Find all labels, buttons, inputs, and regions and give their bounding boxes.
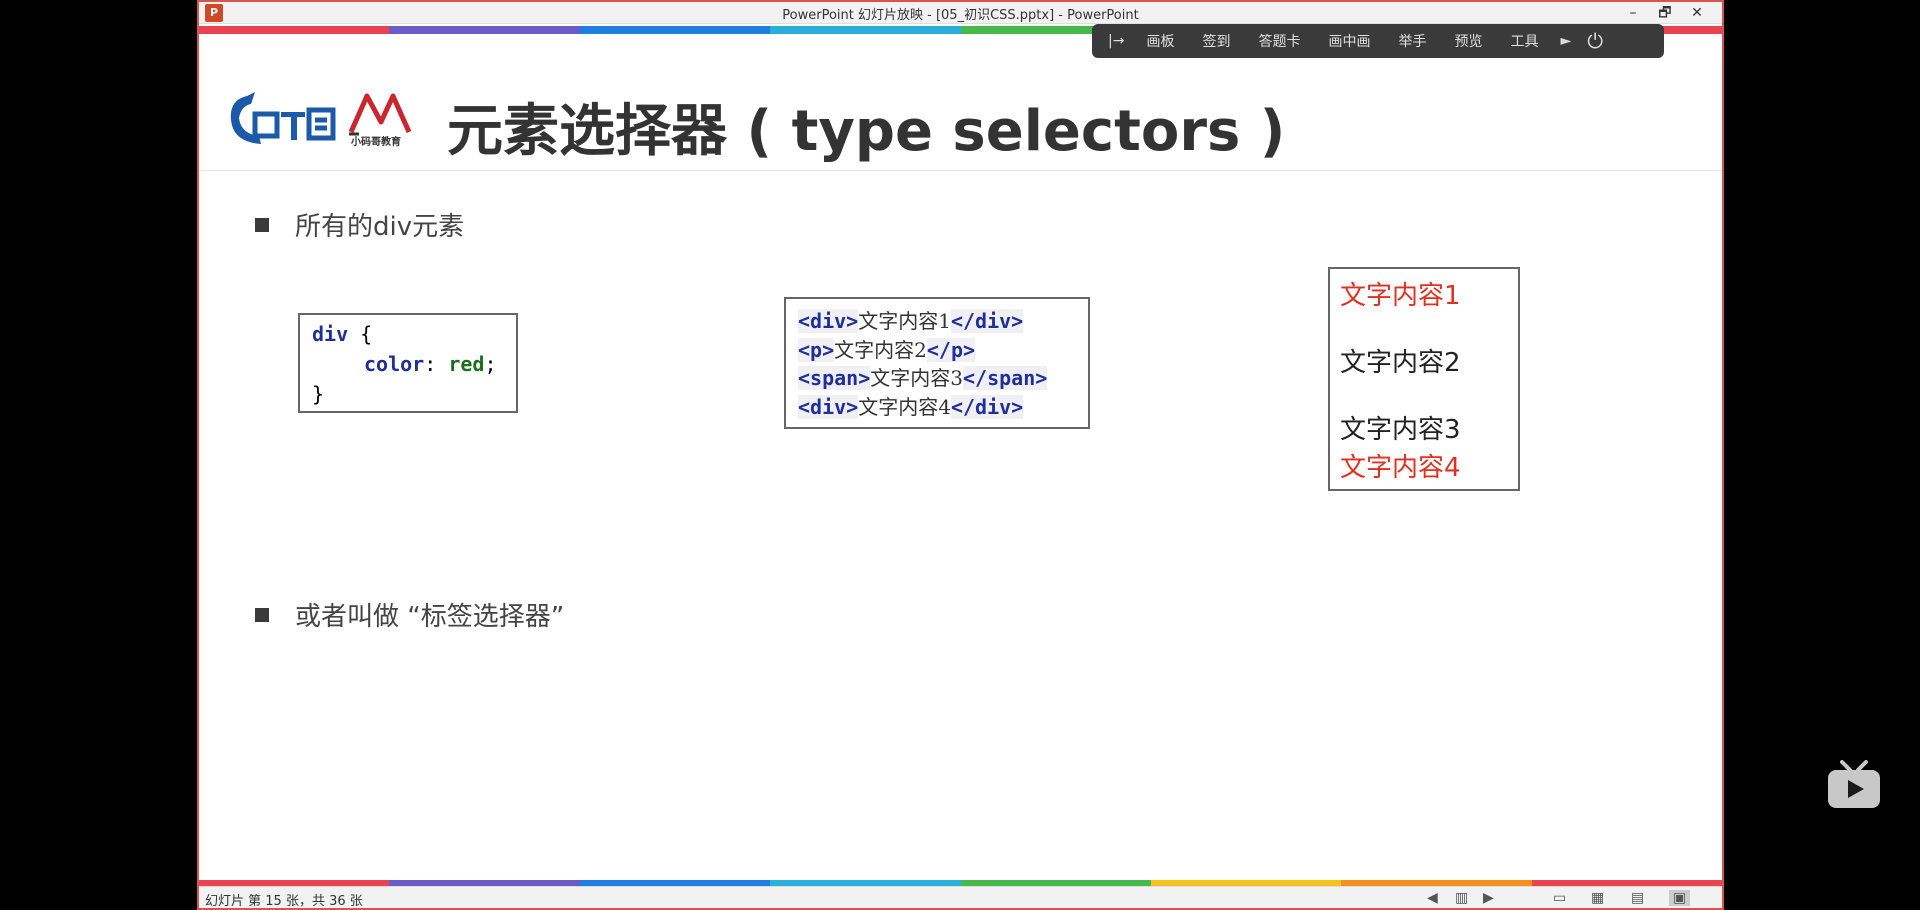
stripe-segment: [770, 26, 961, 34]
css-open-brace: {: [360, 322, 373, 346]
sorter-view-icon[interactable]: ▦: [1591, 890, 1604, 906]
html-line: <p>文字内容2</p>: [798, 336, 1076, 365]
title-divider: [199, 170, 1722, 171]
slideshow-icon[interactable]: ▣: [1669, 890, 1691, 906]
toolbar-item-picture-in-picture[interactable]: 画中画: [1328, 31, 1370, 51]
css-property: color: [364, 352, 425, 376]
normal-view-icon[interactable]: ▭: [1553, 890, 1566, 906]
reading-view-icon[interactable]: ▤: [1631, 890, 1644, 906]
slide-counter: 幻灯片 第 15 张，共 36 张: [205, 894, 363, 909]
render-result-box: 文字内容1 文字内容2 文字内容3 文字内容4: [1328, 267, 1520, 491]
bullet-item: 所有的div元素: [255, 206, 464, 243]
close-button[interactable]: ✕: [1683, 3, 1711, 23]
status-bar: 幻灯片 第 15 张，共 36 张 ◀ ▥ ▶ ▭ ▦ ▤ ▣: [199, 886, 1722, 909]
bullet-text: 所有的div元素: [295, 212, 465, 242]
window-titlebar: P PowerPoint 幻灯片放映 - [05_初识CSS.pptx] - P…: [199, 2, 1722, 24]
css-semicolon: ;: [484, 352, 497, 376]
minimize-button[interactable]: –: [1619, 3, 1647, 23]
css-selector: div: [312, 322, 349, 346]
bilibili-tv-icon[interactable]: [1826, 760, 1882, 810]
toolbar-item-raise-hand[interactable]: 举手: [1398, 31, 1426, 51]
html-line: <div>文字内容1</div>: [798, 307, 1076, 336]
stripe-segment: [579, 26, 771, 34]
slideshow-toolbar: |→ 画板 签到 答题卡 画中画 举手 预览 工具 ► ⏻: [1092, 24, 1664, 58]
html-close-tag: </div>: [950, 394, 1024, 419]
result-line: 文字内容2: [1340, 348, 1461, 378]
html-line: <span>文字内容3</span>: [798, 364, 1076, 393]
power-icon[interactable]: ⏻: [1587, 29, 1603, 53]
css-value: red: [448, 352, 485, 376]
powerpoint-window: P PowerPoint 幻灯片放映 - [05_初识CSS.pptx] - P…: [197, 0, 1724, 910]
next-icon[interactable]: ▶: [1483, 890, 1494, 906]
window-title: PowerPoint 幻灯片放映 - [05_初识CSS.pptx] - Pow…: [782, 8, 1139, 23]
css-colon: :: [424, 352, 437, 376]
stripe-segment: [199, 26, 390, 34]
html-close-tag: </span>: [962, 366, 1048, 390]
html-close-tag: </p>: [926, 337, 976, 362]
html-open-tag: <div>: [798, 309, 859, 333]
toolbar-item-answer-card[interactable]: 答题卡: [1258, 31, 1300, 51]
bullet-text: 或者叫做 “标签选择器”: [295, 602, 565, 632]
code-line: }: [312, 379, 504, 409]
html-code-box: <div>文字内容1</div> <p>文字内容2</p> <span>文字内容…: [784, 297, 1090, 429]
bullet-item: 或者叫做 “标签选择器”: [255, 596, 564, 633]
pin-icon[interactable]: |→: [1108, 33, 1124, 49]
result-line: 文字内容4: [1340, 453, 1461, 483]
toolbar-item-check-in[interactable]: 签到: [1202, 31, 1230, 51]
restore-button[interactable]: 🗗: [1651, 3, 1679, 23]
html-text: 文字内容3: [870, 366, 963, 390]
brand-logo-icon: [230, 92, 336, 144]
html-open-tag: <p>: [798, 337, 835, 362]
svg-text:小码哥教育: 小码哥教育: [350, 135, 401, 148]
screen: P PowerPoint 幻灯片放映 - [05_初识CSS.pptx] - P…: [0, 0, 1920, 910]
html-text: 文字内容1: [858, 309, 951, 333]
arrow-icon[interactable]: ►: [1560, 33, 1571, 49]
result-line: 文字内容3: [1340, 415, 1461, 445]
code-line: color: red;: [312, 349, 504, 379]
html-close-tag: </div>: [950, 309, 1024, 333]
html-open-tag: <div>: [798, 394, 859, 419]
html-open-tag: <span>: [798, 366, 871, 390]
stripe-segment: [389, 26, 580, 34]
html-text: 文字内容4: [858, 394, 951, 419]
toolbar-item-tools[interactable]: 工具: [1510, 31, 1538, 51]
xiaomage-logo-icon: 小码哥教育: [348, 93, 412, 148]
css-code-box: div { color: red; }: [298, 313, 518, 413]
code-line: div {: [312, 319, 504, 349]
toolbar-item-drawing-board[interactable]: 画板: [1146, 31, 1174, 51]
slide-title: 元素选择器 ( type selectors ): [447, 99, 1286, 164]
toolbar-item-preview[interactable]: 预览: [1454, 31, 1482, 51]
bullet-square-icon: [255, 607, 269, 622]
result-line: 文字内容1: [1340, 281, 1461, 311]
notes-icon[interactable]: ▥: [1455, 890, 1468, 906]
bullet-square-icon: [255, 217, 269, 232]
css-close-brace: }: [312, 382, 325, 406]
prev-icon[interactable]: ◀: [1427, 890, 1438, 906]
html-text: 文字内容2: [834, 337, 927, 362]
html-line: <div>文字内容4</div>: [798, 393, 1076, 422]
